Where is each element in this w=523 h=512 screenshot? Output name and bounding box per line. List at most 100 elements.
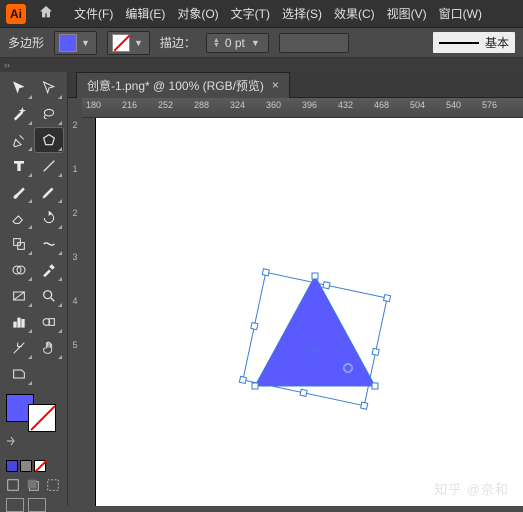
tool-scale[interactable] (5, 232, 33, 256)
screen-mode-row (6, 498, 61, 512)
document-tab[interactable]: 创意-1.png* @ 100% (RGB/预览) × (76, 72, 290, 98)
tool-grid (2, 76, 65, 386)
tool-hand[interactable] (35, 336, 63, 360)
tool-pencil[interactable] (35, 180, 63, 204)
tool-zoom[interactable] (35, 284, 63, 308)
h-tick: 468 (374, 100, 389, 110)
menu-window[interactable]: 窗口(W) (439, 5, 482, 22)
tool-slice[interactable] (5, 336, 33, 360)
menu-effect[interactable]: 效果(C) (334, 5, 375, 22)
tool-type[interactable] (5, 154, 33, 178)
h-tick: 216 (122, 100, 137, 110)
watermark: 知乎 @奈和 (434, 479, 509, 498)
ruler-and-canvas: 2 1 2 3 4 5 180 216 252 288 324 360 396 … (68, 98, 523, 506)
document-area: 创意-1.png* @ 100% (RGB/预览) × 2 1 2 3 4 5 … (68, 72, 523, 506)
tool-blend[interactable] (35, 310, 63, 334)
stroke-weight-value: 0 pt (225, 36, 245, 50)
home-icon[interactable] (38, 4, 54, 23)
color-mode-gradient[interactable] (20, 460, 32, 472)
h-tick: 180 (86, 100, 101, 110)
menu-items: 文件(F) 编辑(E) 对象(O) 文字(T) 选择(S) 效果(C) 视图(V… (74, 5, 482, 22)
screen-mode-full-icon[interactable] (28, 498, 46, 512)
main-area: 创意-1.png* @ 100% (RGB/预览) × 2 1 2 3 4 5 … (0, 72, 523, 506)
tool-lasso[interactable] (35, 102, 63, 126)
stroke-swatch-dropdown[interactable]: ▼ (107, 31, 150, 55)
tool-eraser[interactable] (5, 206, 33, 230)
document-tab-title: 创意-1.png* @ 100% (RGB/预览) (87, 77, 264, 94)
tool-magic-wand[interactable] (5, 102, 33, 126)
v-tick: 5 (72, 340, 77, 384)
canvas[interactable]: 知乎 @奈和 (82, 118, 523, 506)
swap-colors-icon[interactable] (6, 436, 16, 446)
panel-grip-icon[interactable]: ›› (0, 60, 14, 70)
chevron-down-icon: ▼ (249, 38, 262, 48)
horizontal-ruler: 180 216 252 288 324 360 396 432 468 504 … (82, 98, 523, 118)
tool-rotate[interactable] (35, 206, 63, 230)
v-tick: 1 (72, 164, 77, 208)
stroke-swatch-none (112, 34, 130, 52)
control-bar: 多边形 ▼ ▼ 描边： ▲▼ 0 pt ▼ 基本 (0, 28, 523, 58)
chevron-down-icon: ▼ (79, 38, 92, 48)
draw-inside-icon[interactable] (46, 478, 60, 492)
menu-view[interactable]: 视图(V) (387, 5, 427, 22)
h-tick: 432 (338, 100, 353, 110)
h-tick: 324 (230, 100, 245, 110)
color-mode-color[interactable] (6, 460, 18, 472)
toolbox (0, 72, 68, 506)
document-tab-row: 创意-1.png* @ 100% (RGB/预览) × (68, 72, 523, 98)
selected-shape[interactable] (230, 256, 400, 426)
tool-paintbrush[interactable] (5, 180, 33, 204)
h-tick: 252 (158, 100, 173, 110)
v-tick: 2 (72, 208, 77, 252)
screen-mode-normal-icon[interactable] (6, 498, 24, 512)
color-swatch-pair[interactable] (6, 394, 61, 432)
h-tick: 504 (410, 100, 425, 110)
tool-shape-builder[interactable] (5, 258, 33, 282)
canvas-column: 180 216 252 288 324 360 396 432 468 504 … (82, 98, 523, 506)
stepper-icon[interactable]: ▲▼ (213, 38, 221, 48)
color-mode-row (6, 460, 61, 472)
h-tick: 576 (482, 100, 497, 110)
h-tick: 288 (194, 100, 209, 110)
stroke-color-swatch[interactable] (28, 404, 56, 432)
menu-select[interactable]: 选择(S) (282, 5, 322, 22)
v-tick: 3 (72, 252, 77, 296)
draw-normal-icon[interactable] (6, 478, 20, 492)
stroke-weight-field[interactable]: ▲▼ 0 pt ▼ (206, 33, 269, 53)
draw-mode-row (6, 478, 61, 492)
tool-line[interactable] (35, 154, 63, 178)
fill-swatch (59, 34, 77, 52)
tool-print-tiling[interactable] (5, 362, 33, 386)
tool-gradient[interactable] (5, 284, 33, 308)
h-tick: 396 (302, 100, 317, 110)
h-tick: 540 (446, 100, 461, 110)
brush-definition-dropdown[interactable]: 基本 (433, 32, 515, 53)
tool-eyedropper[interactable] (35, 258, 63, 282)
h-tick: 360 (266, 100, 281, 110)
close-icon[interactable]: × (272, 78, 279, 92)
draw-behind-icon[interactable] (26, 478, 40, 492)
vertical-ruler: 2 1 2 3 4 5 (68, 98, 82, 506)
menu-type[interactable]: 文字(T) (231, 5, 270, 22)
tool-polygon[interactable] (35, 128, 63, 152)
menu-bar: Ai 文件(F) 编辑(E) 对象(O) 文字(T) 选择(S) 效果(C) 视… (0, 0, 523, 28)
v-tick: 4 (72, 296, 77, 340)
panel-dock-strip: ›› (0, 58, 523, 72)
brush-preview-icon (439, 42, 479, 44)
menu-object[interactable]: 对象(O) (177, 5, 218, 22)
tool-pen[interactable] (5, 128, 33, 152)
brush-definition-label: 基本 (485, 34, 509, 51)
tool-column-graph[interactable] (5, 310, 33, 334)
tool-width[interactable] (35, 232, 63, 256)
active-shape-label: 多边形 (8, 34, 44, 51)
variable-width-profile-dropdown[interactable] (279, 33, 349, 53)
menu-file[interactable]: 文件(F) (74, 5, 113, 22)
tool-selection[interactable] (5, 76, 33, 100)
stroke-label: 描边： (160, 34, 196, 51)
color-mode-none[interactable] (34, 460, 46, 472)
fill-swatch-dropdown[interactable]: ▼ (54, 31, 97, 55)
v-tick: 2 (72, 120, 77, 164)
tool-direct-selection[interactable] (35, 76, 63, 100)
app-logo: Ai (6, 4, 26, 24)
menu-edit[interactable]: 编辑(E) (125, 5, 165, 22)
